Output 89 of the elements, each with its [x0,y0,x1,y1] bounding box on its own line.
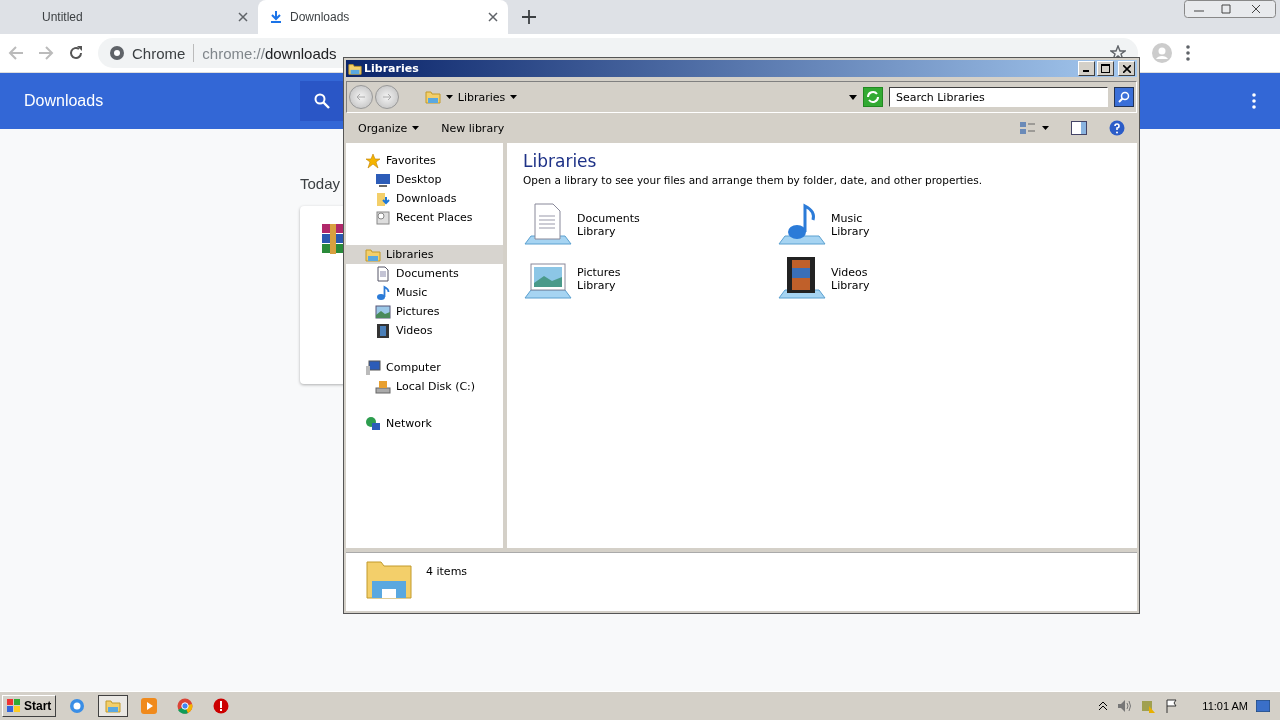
content-description: Open a library to see your files and arrange them by folder, date, and other properties. [523,174,983,186]
nav-item[interactable]: Music [346,283,503,302]
download-icon [270,11,282,23]
refresh-button[interactable] [862,87,883,107]
speaker-icon[interactable] [1116,698,1133,714]
nav-item[interactable]: Favorites [346,151,503,170]
library-item[interactable]: Music Library [777,202,1031,246]
window-controls-icon[interactable] [1184,0,1276,18]
maximize-button[interactable] [1097,61,1114,76]
chevron-up-icon[interactable] [1098,701,1109,711]
nav-item[interactable]: Recent Places [346,208,503,227]
document-library-icon [523,202,573,246]
drive-icon [375,378,391,395]
close-icon [238,12,248,22]
library-name: Music [831,212,864,225]
content-heading: Libraries [523,151,598,171]
right-arrow-icon [381,92,392,102]
nav-item[interactable]: Computer [346,358,503,377]
music-library-icon [777,202,827,246]
menu-icon[interactable] [1252,93,1256,109]
nav-item[interactable]: Desktop [346,170,503,189]
film-strip-icon [375,322,391,339]
nav-item[interactable]: Videos [346,321,503,340]
browser-tab[interactable]: Downloads [258,0,508,34]
library-item[interactable]: Pictures Library [523,256,777,300]
toolbar-button[interactable]: Organize [358,121,420,135]
search-field[interactable]: Search Libraries [888,87,1109,107]
star-icon [365,152,381,169]
landscape-icon [375,303,391,320]
archive-books-icon [322,224,344,254]
taskbar-button[interactable] [98,695,129,717]
maximize-icon [1101,64,1110,73]
nav-item[interactable]: Pictures [346,302,503,321]
library-type: Library [577,279,617,292]
download-folder-icon [375,190,391,207]
windows-logo-icon [7,699,21,713]
library-folder-icon [348,61,362,76]
address-field[interactable]: Libraries [424,86,857,108]
library-folder-icon [365,246,381,263]
site-label: Chrome [132,44,186,62]
library-name: Documents [577,212,640,225]
monitor-icon [375,171,391,188]
library-name: Pictures [577,266,621,279]
music-note-icon [375,284,391,301]
close-icon [1122,64,1131,73]
close-button[interactable] [1118,61,1135,76]
close-icon [488,12,498,22]
url-text: chrome://downloads [202,44,337,62]
nav-item[interactable]: Documents [346,264,503,283]
section-heading: Today [300,175,341,192]
preview-pane-icon[interactable] [1071,121,1087,135]
caret-icon [510,95,518,99]
caret-icon[interactable] [848,94,857,100]
page-title: Downloads [24,92,105,110]
reload-icon[interactable] [68,45,84,61]
breadcrumb-item[interactable]: Libraries [457,90,506,104]
left-arrow-icon [355,92,366,102]
start-button[interactable]: Start [2,695,57,717]
search-icon [1118,91,1131,103]
browser-tab[interactable]: Untitled [8,0,258,34]
menu-icon[interactable] [1186,45,1190,61]
nav-item[interactable]: Libraries [346,245,503,264]
play-icon [141,698,158,714]
document-icon [375,265,391,282]
help-icon[interactable] [1109,120,1125,136]
library-folder-icon [424,89,441,105]
search-icon [314,93,330,109]
library-name: Videos [831,266,869,279]
search-button[interactable] [1114,87,1134,107]
clock: 11:01 AM [1202,700,1248,712]
view-options-icon[interactable] [1019,121,1049,135]
library-item[interactable]: Documents Library [523,202,777,246]
search-button[interactable] [300,81,344,121]
new-tab-icon[interactable] [522,10,536,24]
toolbar-button[interactable]: New library [441,121,505,135]
item-count: 4 items [426,565,468,578]
library-item[interactable]: Videos Library [777,256,1031,300]
nav-item[interactable]: Local Disk (C:) [346,377,503,396]
library-type: Library [831,279,870,292]
library-type: Library [577,225,617,238]
nav-item[interactable]: Downloads [346,189,503,208]
stop-sign-icon [213,698,230,714]
library-type: Library [831,225,870,238]
minimize-button[interactable] [1078,61,1095,76]
nav-item[interactable]: Network [346,414,503,433]
computer-icon [365,359,381,376]
video-library-icon [777,256,827,300]
folder-icon [105,698,122,714]
caret-icon [445,95,453,99]
